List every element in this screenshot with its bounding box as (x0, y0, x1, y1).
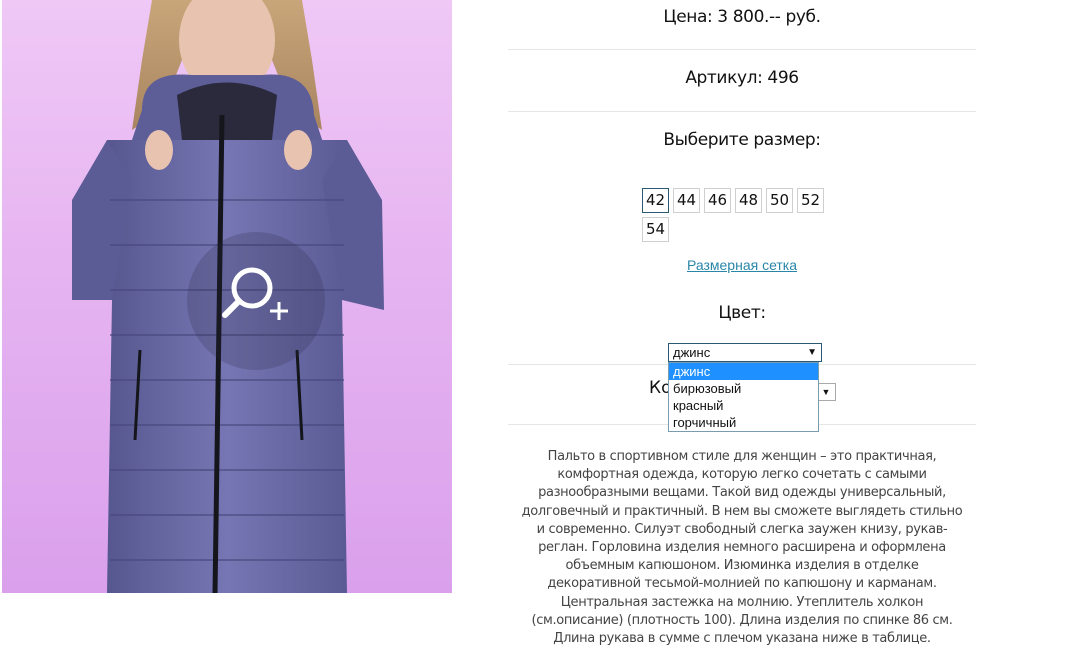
size-option-50[interactable]: 50 (766, 188, 793, 213)
color-title: Цвет: (718, 303, 766, 323)
magnifier-plus-icon[interactable] (218, 264, 292, 324)
divider (508, 111, 976, 112)
size-option-54[interactable]: 54 (642, 217, 669, 242)
size-option-48[interactable]: 48 (735, 188, 762, 213)
sku: Артикул: 496 (685, 68, 799, 88)
product-page: Цена: 3 800.-- руб. Артикул: 496 Выберит… (0, 0, 1077, 651)
price: Цена: 3 800.-- руб. (663, 7, 821, 27)
color-option-red[interactable]: красный (669, 397, 818, 414)
color-select-value: джинс (673, 345, 711, 360)
size-option-52[interactable]: 52 (797, 188, 824, 213)
size-chart-link[interactable]: Размерная сетка (508, 257, 976, 273)
divider (508, 49, 976, 50)
triangle-down-icon: ▼ (821, 387, 831, 397)
product-image[interactable] (2, 0, 452, 593)
quantity-select[interactable]: ▼ (816, 383, 836, 401)
color-option-turquoise[interactable]: бирюзовый (669, 380, 818, 397)
size-option-42[interactable]: 42 (642, 188, 669, 213)
color-option-jeans[interactable]: джинс (669, 363, 818, 380)
product-description: Пальто в спортивном стиле для женщин – э… (521, 449, 963, 647)
size-title: Выберите размер: (663, 130, 821, 150)
size-option-46[interactable]: 46 (704, 188, 731, 213)
color-select[interactable]: джинс ▼ (668, 343, 822, 362)
color-dropdown-list: джинс бирюзовый красный горчичный (668, 362, 819, 432)
size-option-44[interactable]: 44 (673, 188, 700, 213)
color-option-mustard[interactable]: горчичный (669, 414, 818, 431)
triangle-down-icon: ▼ (807, 347, 817, 358)
